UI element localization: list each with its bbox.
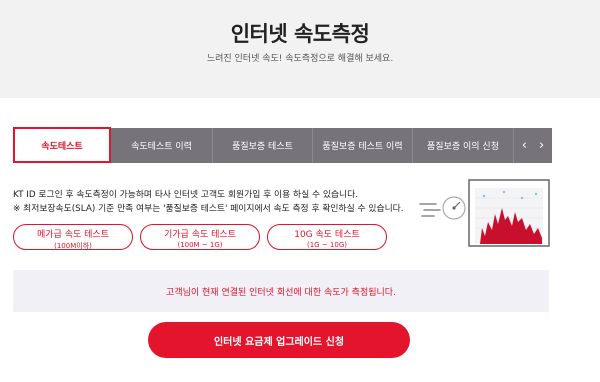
chevron-left-icon[interactable]: ‹ — [522, 138, 527, 153]
mega-speed-test-button[interactable]: 메가급 속도 테스트 (100M이하) — [13, 224, 133, 250]
tab-quality-test-history[interactable]: 품질보증 테스트 이력 — [313, 128, 413, 163]
mega-speed-test-label: 메가급 속도 테스트 — [37, 230, 109, 240]
chevron-right-icon[interactable]: › — [539, 138, 544, 153]
giga-speed-test-button[interactable]: 기가급 속도 테스트 (100M ~ 1G) — [140, 224, 260, 250]
mega-speed-test-range: (100M이하) — [54, 242, 92, 250]
notice-box: 고객님이 현재 연결된 인터넷 회선에 대한 속도가 측정됩니다. — [13, 270, 549, 312]
tab-speed-test-history[interactable]: 속도테스트 이력 — [111, 128, 213, 163]
tab-quality-test[interactable]: 품질보증 테스트 — [213, 128, 313, 163]
info-text: KT ID 로그인 후 속도측정이 가능하며 타사 인터넷 고객도 회원가입 후… — [13, 188, 433, 216]
10g-speed-test-range: (1G ~ 10G) — [307, 241, 347, 249]
10g-speed-test-button[interactable]: 10G 속도 테스트 (1G ~ 10G) — [267, 224, 387, 250]
page-header: 인터넷 속도측정 느려진 인터넷 속도! 속도측정으로 해결해 보세요. — [0, 0, 600, 98]
info-line-login: KT ID 로그인 후 속도측정이 가능하며 타사 인터넷 고객도 회원가입 후… — [13, 190, 359, 200]
speed-test-buttons: 메가급 속도 테스트 (100M이하) 기가급 속도 테스트 (100M ~ 1… — [13, 224, 387, 250]
notice-text: 고객님이 현재 연결된 인터넷 회선에 대한 속도가 측정됩니다. — [166, 287, 396, 298]
upgrade-plan-button[interactable]: 인터넷 요금제 업그레이드 신청 — [148, 322, 410, 358]
info-line-sla: ※ 최저보장속도(SLA) 기준 만족 여부는 '품질보증 테스트' 페이지에서… — [13, 204, 404, 214]
gauge-icon — [442, 196, 466, 220]
monitor-icon — [468, 179, 550, 247]
speed-lines-icon — [419, 203, 441, 217]
speed-meter-illustration — [418, 178, 558, 250]
giga-speed-test-label: 기가급 속도 테스트 — [164, 230, 236, 240]
10g-speed-test-label: 10G 속도 테스트 — [294, 230, 360, 240]
tab-arrows: ‹ › — [514, 128, 552, 163]
tab-bar: 속도테스트 속도테스트 이력 품질보증 테스트 품질보증 테스트 이력 품질보증… — [13, 127, 552, 163]
page-title: 인터넷 속도측정 — [230, 22, 370, 46]
tab-speed-test[interactable]: 속도테스트 — [13, 127, 111, 163]
giga-speed-test-range: (100M ~ 1G) — [177, 241, 223, 249]
page-subtitle: 느려진 인터넷 속도! 속도측정으로 해결해 보세요. — [206, 54, 394, 64]
tab-quality-objection[interactable]: 품질보증 이의 신청 — [413, 128, 514, 163]
